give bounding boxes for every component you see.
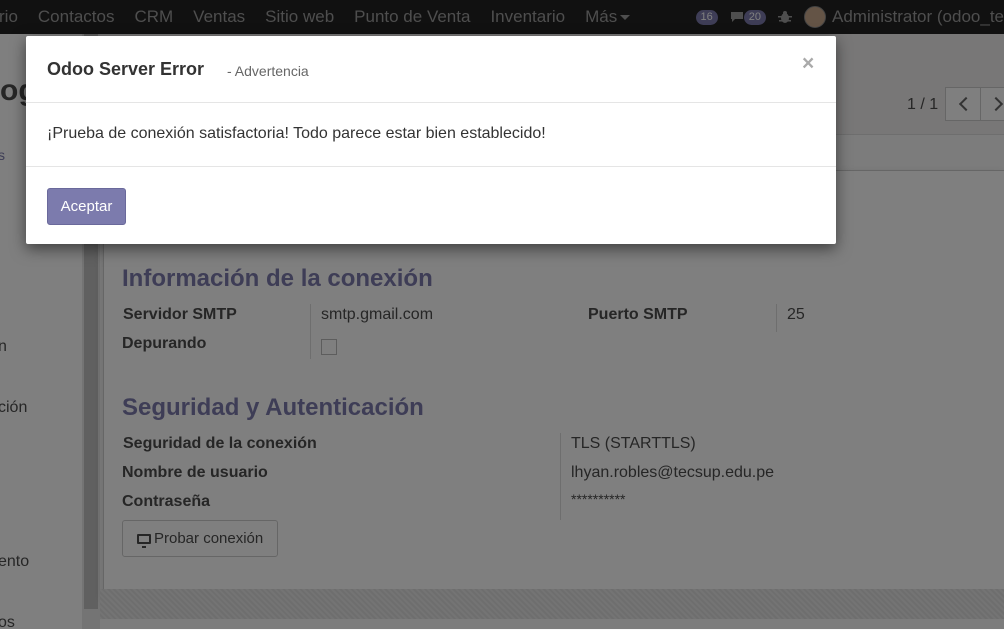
dialog-subtitle: - Advertencia	[227, 63, 309, 79]
close-icon[interactable]: ×	[802, 52, 814, 76]
server-error-dialog: Odoo Server Error - Advertencia × ¡Prueb…	[26, 36, 836, 244]
dialog-message: ¡Prueba de conexión satisfactoria! Todo …	[47, 125, 546, 142]
dialog-footer: Aceptar	[26, 166, 836, 245]
dialog-title: Odoo Server Error	[47, 59, 205, 79]
dialog-header: Odoo Server Error - Advertencia ×	[26, 36, 836, 103]
accept-button[interactable]: Aceptar	[47, 188, 126, 225]
